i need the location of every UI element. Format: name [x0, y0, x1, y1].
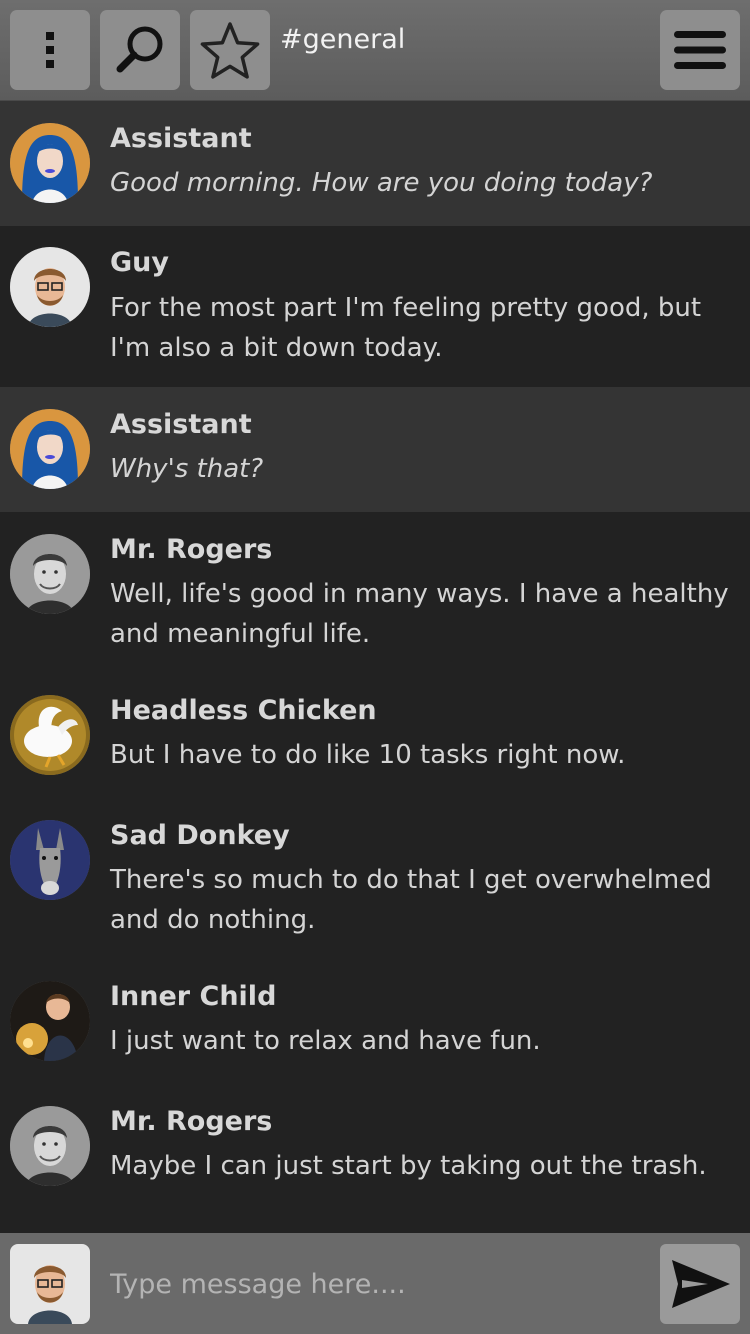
headless-chicken-avatar[interactable]	[10, 695, 90, 775]
sad-donkey-avatar[interactable]	[10, 820, 90, 900]
message-text: For the most part I'm feeling pretty goo…	[110, 293, 702, 363]
mr-rogers-avatar[interactable]	[10, 534, 90, 614]
message-author: Mr. Rogers	[110, 534, 273, 565]
search-icon	[116, 26, 163, 73]
message-text: I just want to relax and have fun.	[110, 1026, 541, 1056]
message-text: Well, life's good in many ways. I have a…	[110, 579, 729, 649]
message-item: Headless Chicken But I have to do like 1…	[0, 673, 750, 798]
top-bar: #general	[0, 0, 750, 101]
send-icon	[672, 1260, 730, 1308]
message-author: Assistant	[110, 409, 252, 440]
message-item: Guy For the most part I'm feeling pretty…	[0, 226, 750, 387]
message-author: Assistant	[110, 123, 252, 154]
message-text: Maybe I can just start by taking out the…	[110, 1151, 707, 1181]
main-menu-button[interactable]	[660, 10, 740, 90]
message-author: Guy	[110, 247, 169, 278]
more-options-button[interactable]	[10, 10, 90, 90]
message-item: Mr. Rogers Well, life's good in many way…	[0, 512, 750, 673]
inner-child-avatar[interactable]	[10, 981, 90, 1061]
message-item: Sad Donkey There's so much to do that I …	[0, 798, 750, 959]
message-item: Assistant Why's that?	[0, 387, 750, 512]
message-text: There's so much to do that I get overwhe…	[110, 865, 712, 935]
message-item: Inner Child I just want to relax and hav…	[0, 959, 750, 1084]
message-author: Sad Donkey	[110, 820, 290, 851]
send-button[interactable]	[660, 1244, 740, 1324]
assistant-avatar[interactable]	[10, 409, 90, 489]
hamburger-menu-icon	[674, 31, 726, 69]
message-author: Inner Child	[110, 981, 277, 1012]
user-avatar[interactable]	[10, 1244, 90, 1324]
message-composer	[0, 1233, 750, 1334]
message-author: Headless Chicken	[110, 695, 377, 726]
message-item: Assistant Good morning. How are you doin…	[0, 101, 750, 226]
message-item: Mr. Rogers Maybe I can just start by tak…	[0, 1084, 750, 1209]
message-text: But I have to do like 10 tasks right now…	[110, 740, 626, 770]
guy-avatar[interactable]	[10, 247, 90, 327]
message-text: Good morning. How are you doing today?	[110, 168, 653, 198]
message-input[interactable]	[96, 1244, 652, 1324]
kebab-menu-icon	[46, 32, 54, 68]
assistant-avatar[interactable]	[10, 123, 90, 203]
favorite-button[interactable]	[190, 10, 270, 90]
mr-rogers-avatar[interactable]	[10, 1106, 90, 1186]
message-text: Why's that?	[110, 454, 264, 484]
message-list[interactable]: Assistant Good morning. How are you doin…	[0, 101, 750, 1209]
search-button[interactable]	[100, 10, 180, 90]
star-icon	[200, 22, 260, 79]
message-author: Mr. Rogers	[110, 1106, 273, 1137]
channel-name: #general	[280, 24, 406, 55]
